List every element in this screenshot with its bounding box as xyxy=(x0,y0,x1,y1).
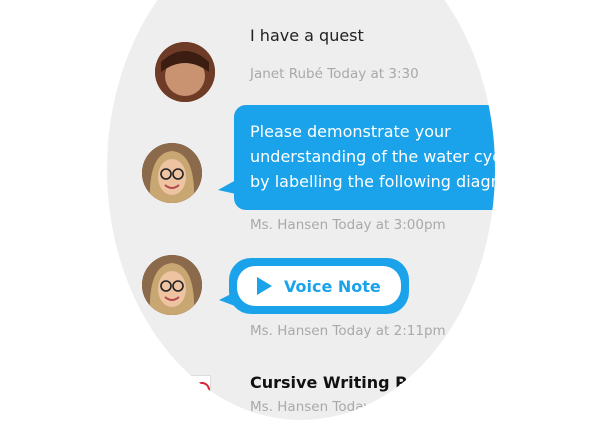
attachment-thumbnail[interactable] xyxy=(173,375,211,409)
bubble-tail xyxy=(218,180,236,194)
play-icon[interactable] xyxy=(257,277,272,295)
avatar-teacher xyxy=(142,255,202,315)
chat-viewport: I have a quest Janet Rubé Today at 3:30 … xyxy=(107,0,495,420)
message-meta-top: Janet Rubé Today at 3:30 xyxy=(250,66,419,82)
assignment-meta: Ms. Hansen Today xyxy=(250,399,372,415)
message-line-1: Please demonstrate your xyxy=(250,122,451,141)
message-line-3: by labelling the following diagram. xyxy=(250,172,495,191)
message-line-2: understanding of the water cycle xyxy=(250,147,495,166)
voice-note-label: Voice Note xyxy=(284,276,381,296)
message-text-top: I have a quest xyxy=(250,26,364,45)
voice-note-button[interactable]: Voice Note xyxy=(229,258,409,314)
avatar-teacher xyxy=(142,143,202,203)
message-meta-voice: Ms. Hansen Today at 2:11pm xyxy=(250,323,446,339)
bubble-tail xyxy=(219,292,235,306)
message-bubble-instruction[interactable]: Please demonstrate your understanding of… xyxy=(234,105,495,210)
assignment-title[interactable]: Cursive Writing Pract xyxy=(250,373,443,392)
message-meta-instruction: Ms. Hansen Today at 3:00pm xyxy=(250,217,446,233)
avatar-student xyxy=(155,42,215,102)
